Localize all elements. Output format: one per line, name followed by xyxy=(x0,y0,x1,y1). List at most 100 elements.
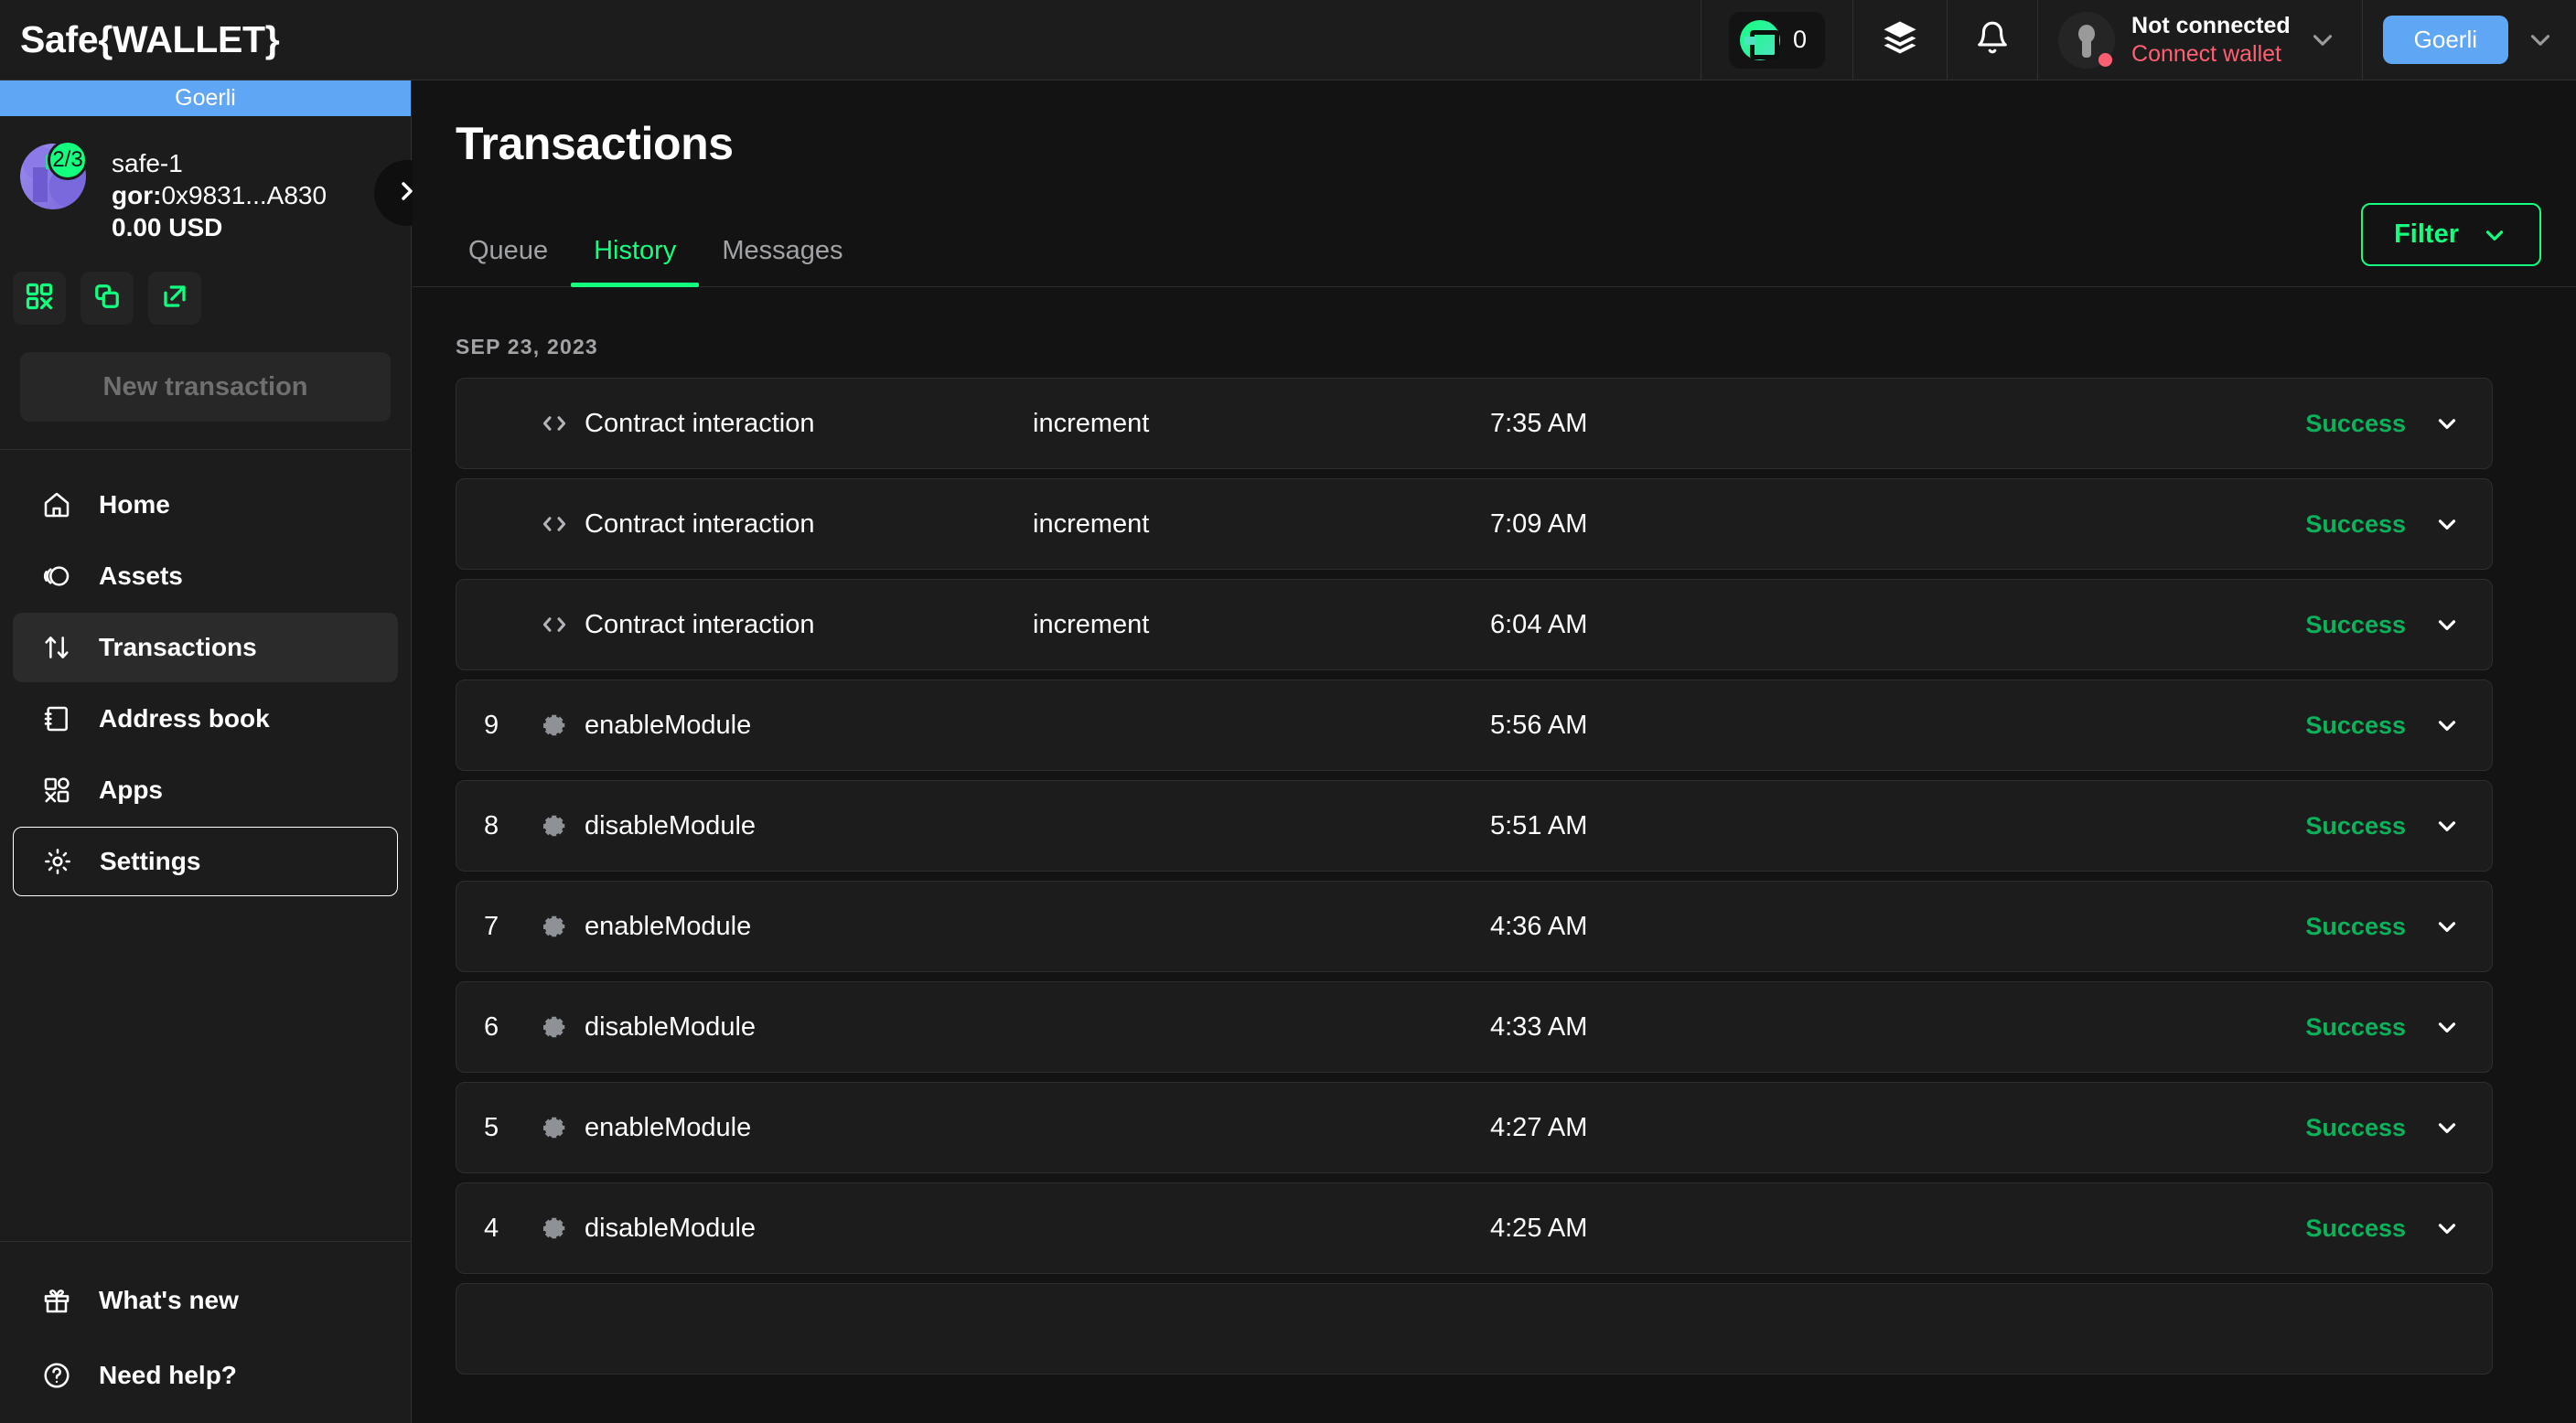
tx-time: 4:27 AM xyxy=(1490,1112,1588,1142)
table-row[interactable]: 9 enableModule 5:56 AM Success xyxy=(456,679,2493,771)
tx-time: 4:36 AM xyxy=(1490,911,1588,941)
tx-type: Contract interaction xyxy=(539,408,1033,439)
tx-time: 4:25 AM xyxy=(1490,1213,1588,1243)
status-badge: Success xyxy=(2305,1012,2406,1041)
chevron-down-icon[interactable] xyxy=(2433,611,2461,638)
chevron-down-icon[interactable] xyxy=(2433,510,2461,538)
table-row[interactable]: 6 disableModule 4:33 AM Success xyxy=(456,981,2493,1073)
sidebar-item-label: Assets xyxy=(99,562,183,590)
table-row[interactable]: Contract interaction increment 7:35 AM S… xyxy=(456,378,2493,469)
page-title: Transactions xyxy=(456,118,734,169)
tab-history[interactable]: History xyxy=(571,236,700,287)
safe-address-prefix: gor: xyxy=(112,181,162,209)
tx-type: enableModule xyxy=(539,710,1033,741)
external-link-icon xyxy=(161,283,188,315)
network-chip-label: Goerli xyxy=(2382,16,2508,64)
open-explorer-button[interactable] xyxy=(148,272,201,325)
tx-type-label: enableModule xyxy=(585,911,752,941)
tab-messages[interactable]: Messages xyxy=(699,236,865,286)
main-content: Transactions Queue History Messages Filt… xyxy=(413,80,2576,1423)
tx-type: Contract interaction xyxy=(539,609,1033,640)
chevron-down-icon xyxy=(2307,25,2338,56)
chevron-down-icon[interactable] xyxy=(2433,410,2461,437)
transaction-list: Contract interaction increment 7:35 AM S… xyxy=(413,378,2576,1375)
chevron-down-icon[interactable] xyxy=(2433,913,2461,940)
top-bar: Safe{WALLET} 0 Not connected Connect wal… xyxy=(0,0,2576,80)
tx-time: 6:04 AM xyxy=(1490,609,1588,639)
code-icon xyxy=(539,508,570,540)
table-row[interactable]: 4 disableModule 4:25 AM Success xyxy=(456,1182,2493,1274)
new-transaction-button[interactable]: New transaction xyxy=(20,352,391,422)
chevron-down-icon[interactable] xyxy=(2433,1013,2461,1041)
chevron-down-icon xyxy=(2525,25,2556,56)
tx-type: enableModule xyxy=(539,911,1033,942)
bell-icon xyxy=(1975,20,2010,59)
tx-status-group: Success xyxy=(2305,913,2492,941)
tx-nonce: 4 xyxy=(484,1213,499,1243)
status-badge: Success xyxy=(2305,610,2406,638)
chevron-down-icon[interactable] xyxy=(2433,712,2461,739)
sidebar-item-whats-new[interactable]: What's new xyxy=(13,1266,398,1335)
sidebar-footer-nav: What's new Need help? xyxy=(0,1242,411,1423)
code-icon xyxy=(539,408,570,439)
notifications-button[interactable] xyxy=(1947,0,2037,80)
tx-nonce: 7 xyxy=(484,911,499,941)
sidebar-item-label: Need help? xyxy=(99,1361,237,1389)
table-row[interactable]: Contract interaction increment 7:09 AM S… xyxy=(456,478,2493,570)
safe-threshold-badge: 2/3 xyxy=(48,140,88,180)
tab-list: Queue History Messages xyxy=(413,236,865,287)
tab-queue[interactable]: Queue xyxy=(445,236,571,286)
table-row[interactable]: 8 disableModule 5:51 AM Success xyxy=(456,780,2493,872)
table-row[interactable]: 7 enableModule 4:36 AM Success xyxy=(456,881,2493,972)
wallet-connect-button[interactable]: Not connected Connect wallet xyxy=(2037,0,2362,80)
chevron-down-icon xyxy=(2481,221,2508,249)
tx-time: 4:33 AM xyxy=(1490,1011,1588,1042)
sidebar-item-address-book[interactable]: Address book xyxy=(13,684,398,754)
tabs-row: Queue History Messages Filter xyxy=(413,203,2576,287)
status-badge: Success xyxy=(2305,1113,2406,1141)
tx-nonce: 6 xyxy=(484,1011,499,1042)
tx-status-group: Success xyxy=(2305,1114,2492,1142)
gear-icon xyxy=(539,710,570,741)
batch-transactions-button[interactable] xyxy=(1852,0,1947,80)
sidebar-item-assets[interactable]: Assets xyxy=(13,541,398,611)
wallet-disconnected-dot xyxy=(2098,52,2113,67)
sidebar-item-label: What's new xyxy=(99,1286,239,1314)
table-row[interactable]: 5 enableModule 4:27 AM Success xyxy=(456,1082,2493,1173)
table-row[interactable] xyxy=(456,1283,2493,1375)
tx-type-label: disableModule xyxy=(585,1011,757,1042)
sidebar: Goerli 2/3 safe-1 gor:0x9831...A830 0.00… xyxy=(0,80,440,1423)
copy-address-button[interactable] xyxy=(80,272,134,325)
tx-type: disableModule xyxy=(539,810,1033,841)
status-badge: Success xyxy=(2305,409,2406,437)
safe-token-button[interactable]: 0 xyxy=(1728,11,1826,69)
filter-button[interactable]: Filter xyxy=(2361,203,2541,266)
tx-type-label: Contract interaction xyxy=(585,508,815,539)
transactions-icon xyxy=(40,631,73,664)
network-selector[interactable]: Goerli xyxy=(2361,0,2576,80)
chevron-down-icon[interactable] xyxy=(2433,812,2461,840)
date-group-header: SEP 23, 2023 xyxy=(456,335,598,358)
gift-icon xyxy=(40,1284,73,1317)
table-row[interactable]: Contract interaction increment 6:04 AM S… xyxy=(456,579,2493,670)
sidebar-item-transactions[interactable]: Transactions xyxy=(13,613,398,682)
safe-token-cell: 0 xyxy=(1700,0,1852,80)
safe-logo-icon xyxy=(1739,19,1780,60)
sidebar-item-home[interactable]: Home xyxy=(13,470,398,540)
sidebar-item-apps[interactable]: Apps xyxy=(13,755,398,825)
tx-type-label: disableModule xyxy=(585,1213,757,1243)
tx-status-group: Success xyxy=(2305,1214,2492,1243)
sidebar-item-label: Address book xyxy=(99,704,270,733)
tx-type: Contract interaction xyxy=(539,508,1033,540)
home-icon xyxy=(40,488,73,521)
sidebar-item-need-help[interactable]: Need help? xyxy=(13,1341,398,1410)
chevron-down-icon[interactable] xyxy=(2433,1214,2461,1242)
gear-icon xyxy=(539,1112,570,1143)
qr-code-button[interactable] xyxy=(13,272,66,325)
code-icon xyxy=(539,609,570,640)
sidebar-item-settings[interactable]: Settings xyxy=(13,827,398,896)
safe-address-label: gor:0x9831...A830 xyxy=(112,181,327,210)
sidebar-item-label: Settings xyxy=(100,847,201,875)
chevron-down-icon[interactable] xyxy=(2433,1114,2461,1141)
